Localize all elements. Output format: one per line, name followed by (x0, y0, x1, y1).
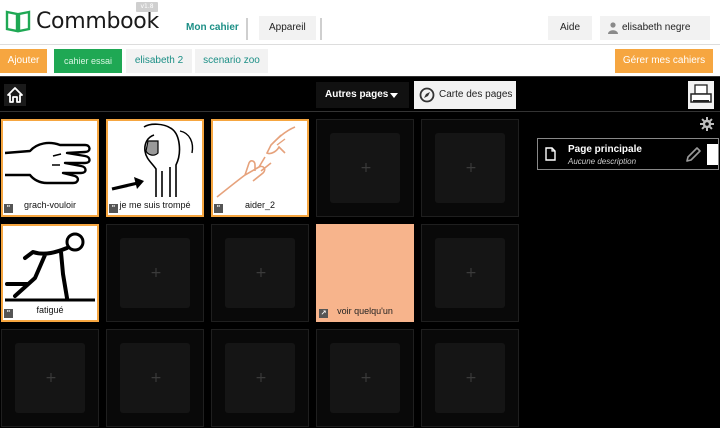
add-notebook-button[interactable]: Ajouter (0, 49, 47, 73)
elephant-arrow-icon (111, 123, 194, 197)
card-aider-2[interactable]: aider_2 " (211, 119, 309, 217)
empty-slot[interactable]: + (421, 224, 519, 322)
app-header: Commbook v1.8 Mon cahier Appareil Aide e… (0, 0, 720, 44)
empty-slot[interactable]: + (211, 329, 309, 427)
pencil-icon[interactable] (684, 146, 702, 164)
empty-slot[interactable]: + (316, 329, 414, 427)
tab-appareil[interactable]: Appareil (259, 16, 316, 40)
document-icon (545, 147, 556, 161)
hand-icon (5, 141, 91, 185)
help-button[interactable]: Aide (548, 16, 592, 40)
notebook-bar: Ajouter cahier essai elisabeth 2 scenari… (0, 44, 720, 76)
plus-icon: + (150, 265, 162, 281)
plus-icon: + (465, 160, 477, 176)
version-badge: v1.8 (136, 2, 158, 12)
empty-slot[interactable]: + (106, 329, 204, 427)
plus-icon: + (360, 370, 372, 386)
page-map-button[interactable]: Carte des pages (414, 81, 516, 109)
compass-icon (419, 87, 435, 103)
plus-icon: + (360, 160, 372, 176)
gear-icon[interactable] (700, 117, 714, 131)
caret-down-icon (390, 93, 398, 98)
tired-person-icon (5, 232, 95, 302)
card-voir-quelqu-un[interactable]: voir quelqu'un ↗ (316, 224, 414, 322)
page-map-label: Carte des pages (439, 89, 513, 100)
empty-slot[interactable]: + (316, 119, 414, 217)
card-caption: aider_2 (244, 200, 276, 210)
home-icon[interactable] (4, 84, 26, 106)
speech-icon: " (214, 204, 223, 213)
card-fatigue[interactable]: fatigué " (1, 224, 99, 322)
nav-divider (320, 18, 322, 40)
book-icon (5, 10, 31, 33)
empty-slot[interactable]: + (106, 224, 204, 322)
link-icon: ↗ (319, 309, 328, 318)
card-grid: grach-vouloir " je me suis trompé " aide… (0, 118, 525, 427)
plus-icon: + (465, 265, 477, 281)
empty-slot[interactable]: + (421, 119, 519, 217)
speech-icon: " (4, 204, 13, 213)
user-menu-button[interactable]: elisabeth negre (600, 16, 710, 40)
plus-icon: + (465, 370, 477, 386)
manage-notebooks-button[interactable]: Gérer mes cahiers (615, 49, 713, 73)
plus-icon: + (255, 265, 267, 281)
notebook-tab-elisabeth-2[interactable]: elisabeth 2 (126, 49, 192, 73)
tab-mon-cahier[interactable]: Mon cahier (176, 16, 249, 40)
speech-icon: " (4, 309, 13, 318)
page-list-item[interactable]: Page principale Aucune description (537, 138, 719, 170)
card-je-me-suis-trompe[interactable]: je me suis trompé " (106, 119, 204, 217)
user-icon (608, 22, 618, 34)
page-description: Aucune description (568, 157, 637, 166)
other-pages-dropdown[interactable]: Autres pages (316, 82, 409, 108)
plus-icon: + (255, 370, 267, 386)
plus-icon: + (45, 370, 57, 386)
page-handle[interactable] (707, 144, 718, 165)
card-grach-vouloir[interactable]: grach-vouloir " (1, 119, 99, 217)
helping-hands-icon (216, 126, 296, 198)
nav-divider (246, 18, 248, 40)
card-caption: grach-vouloir (23, 200, 77, 210)
card-caption: je me suis trompé (119, 200, 191, 210)
empty-slot[interactable]: + (1, 329, 99, 427)
print-icon[interactable] (688, 81, 714, 109)
page-title: Page principale (568, 144, 642, 155)
speech-icon: " (109, 204, 118, 213)
card-caption: fatigué (36, 305, 64, 315)
page-toolbar: Autres pages Carte des pages (0, 76, 720, 112)
app-name: Commbook (36, 8, 159, 34)
empty-slot[interactable]: + (421, 329, 519, 427)
user-name: elisabeth negre (622, 22, 691, 33)
plus-icon: + (150, 370, 162, 386)
notebook-tab-cahier-essai[interactable]: cahier essai (54, 49, 122, 73)
empty-slot[interactable]: + (211, 224, 309, 322)
notebook-tab-scenario-zoo[interactable]: scenario zoo (195, 49, 268, 73)
card-caption: voir quelqu'un (337, 306, 393, 316)
other-pages-label: Autres pages (325, 89, 389, 100)
